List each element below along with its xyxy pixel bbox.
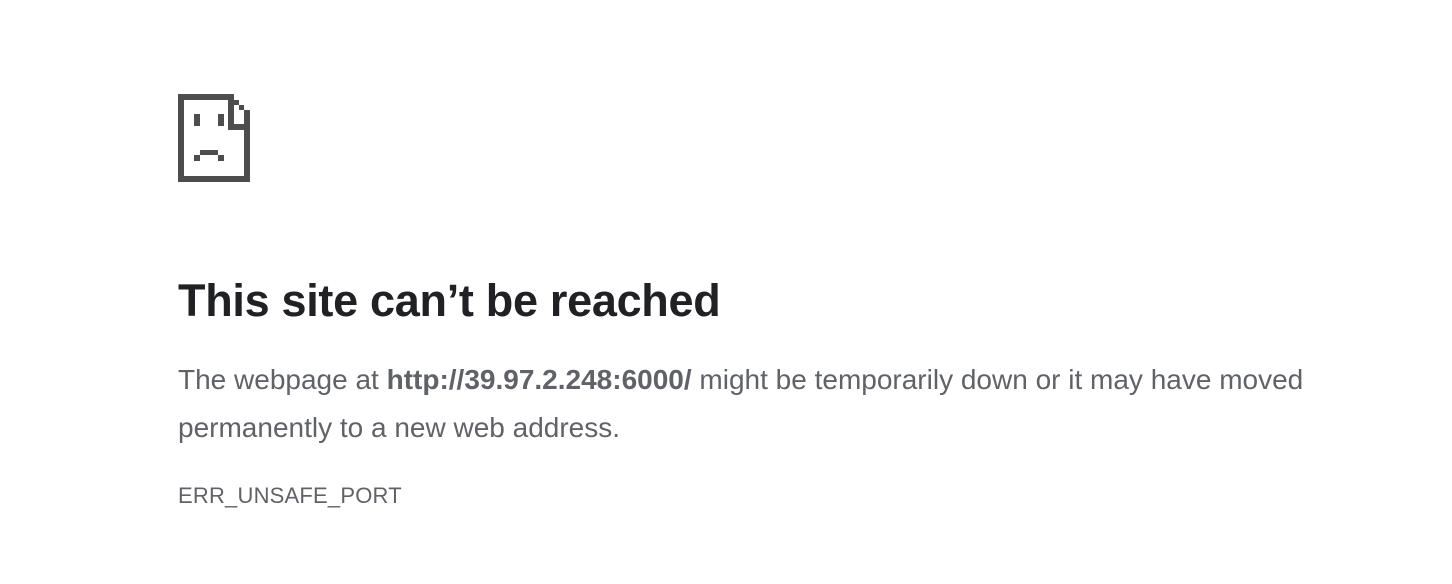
error-code: ERR_UNSAFE_PORT xyxy=(178,483,402,508)
main-message: This site can’t be reached The webpage a… xyxy=(178,274,1378,510)
error-page: { "icon": { "name": "sad-document-icon",… xyxy=(0,0,1452,584)
page-title: This site can’t be reached xyxy=(178,275,721,326)
error-description: The webpage at http://39.97.2.248:6000/ … xyxy=(178,356,1368,452)
failed-url: http://39.97.2.248:6000/ xyxy=(386,364,692,395)
error-container: This site can’t be reached The webpage a… xyxy=(178,94,1378,510)
sad-document-icon xyxy=(178,94,250,182)
description-prefix: The webpage at xyxy=(178,364,387,395)
